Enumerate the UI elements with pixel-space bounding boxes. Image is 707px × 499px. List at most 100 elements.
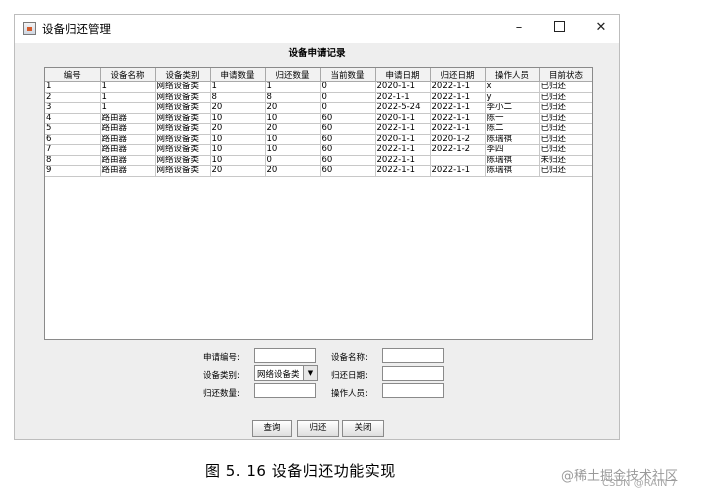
- table-cell[interactable]: [430, 155, 486, 166]
- table-cell[interactable]: 已归还: [539, 81, 592, 93]
- table-cell[interactable]: 陈一: [485, 113, 540, 124]
- table-row[interactable]: 9 路由器 网络设备类 20 20 60 2022-1-1 2022-1-1 陈瑞祺 已归还: [45, 165, 592, 177]
- column-header[interactable]: 操作人员: [485, 68, 540, 82]
- table-cell[interactable]: 2022-1-1: [430, 113, 486, 124]
- table-cell[interactable]: 2022-1-1: [375, 155, 431, 166]
- table-cell[interactable]: 陈瑞祺: [485, 155, 540, 166]
- table-cell[interactable]: 20: [210, 123, 266, 135]
- table-cell[interactable]: x: [485, 81, 540, 93]
- table-cell[interactable]: 网络设备类: [155, 102, 211, 114]
- table-cell[interactable]: 2022-1-1: [430, 81, 486, 93]
- table-cell[interactable]: 60: [320, 155, 376, 166]
- table-cell[interactable]: 7: [45, 144, 101, 156]
- table-cell[interactable]: 10: [210, 113, 266, 124]
- table-cell[interactable]: 网络设备类: [155, 81, 211, 93]
- table-cell[interactable]: 网络设备类: [155, 144, 211, 156]
- column-header[interactable]: 申请数量: [210, 68, 266, 82]
- table-cell[interactable]: 0: [320, 81, 376, 93]
- minimize-button[interactable]: –: [501, 18, 537, 38]
- table-cell[interactable]: 2022-1-1: [375, 165, 431, 177]
- device-name-input[interactable]: [382, 348, 444, 363]
- table-cell[interactable]: 9: [45, 165, 101, 177]
- table-cell[interactable]: 陈瑞祺: [485, 134, 540, 145]
- table-cell[interactable]: 已归还: [539, 113, 592, 124]
- table-row[interactable]: 7 路由器 网络设备类 10 10 60 2022-1-1 2022-1-2 李四 已归还: [45, 144, 592, 156]
- close-button[interactable]: 关闭: [342, 420, 384, 437]
- table-cell[interactable]: 未归还: [539, 155, 592, 166]
- table-cell[interactable]: 李四: [485, 144, 540, 156]
- table-cell[interactable]: 路由器: [100, 123, 156, 135]
- table-cell[interactable]: 2020-1-1: [375, 81, 431, 93]
- table-cell[interactable]: 网络设备类: [155, 165, 211, 177]
- table-cell[interactable]: 已归还: [539, 102, 592, 114]
- apply-id-input[interactable]: [254, 348, 316, 363]
- title-bar[interactable]: 设备归还管理 – ✕: [15, 15, 619, 43]
- table-cell[interactable]: 10: [265, 144, 321, 156]
- device-category-select[interactable]: 网络设备类 ▼: [254, 365, 318, 381]
- table-cell[interactable]: 20: [265, 165, 321, 177]
- table-cell[interactable]: 0: [320, 102, 376, 114]
- table-cell[interactable]: 6: [45, 134, 101, 145]
- column-header[interactable]: 当前数量: [320, 68, 376, 82]
- table-cell[interactable]: 李小二: [485, 102, 540, 114]
- table-cell[interactable]: 1: [100, 81, 156, 93]
- column-header[interactable]: 设备名称: [100, 68, 156, 82]
- operator-input[interactable]: [382, 383, 444, 398]
- table-cell[interactable]: 8: [45, 155, 101, 166]
- return-button[interactable]: 归还: [297, 420, 339, 437]
- table-cell[interactable]: 路由器: [100, 144, 156, 156]
- table-row[interactable]: 4 路由器 网络设备类 10 10 60 2020-1-1 2022-1-1 陈一 已归还: [45, 113, 592, 124]
- table-cell[interactable]: 2022-1-1: [430, 102, 486, 114]
- maximize-button[interactable]: [541, 18, 577, 38]
- table-cell[interactable]: 0: [265, 155, 321, 166]
- table-row[interactable]: 3 1 网络设备类 20 20 0 2022-5-24 2022-1-1 李小二 已归还: [45, 102, 592, 114]
- table-cell[interactable]: 2022-1-1: [375, 123, 431, 135]
- table-cell[interactable]: 2020-1-1: [375, 134, 431, 145]
- column-header[interactable]: 归还数量: [265, 68, 321, 82]
- records-table-container[interactable]: 编号 设备名称 设备类别 申请数量 归还数量 当前数量 申请日期 归还日期 操作…: [44, 67, 593, 340]
- table-cell[interactable]: 10: [265, 113, 321, 124]
- table-cell[interactable]: 路由器: [100, 113, 156, 124]
- table-cell[interactable]: 10: [210, 144, 266, 156]
- table-cell[interactable]: 已归还: [539, 123, 592, 135]
- table-row[interactable]: 2 1 网络设备类 8 8 0 202-1-1 2022-1-1 y 已归还: [45, 92, 592, 103]
- table-cell[interactable]: 10: [265, 134, 321, 145]
- table-cell[interactable]: 3: [45, 102, 101, 114]
- table-cell[interactable]: 已归还: [539, 144, 592, 156]
- table-row[interactable]: 8 路由器 网络设备类 10 0 60 2022-1-1 陈瑞祺 未归还: [45, 155, 592, 166]
- return-qty-input[interactable]: [254, 383, 316, 398]
- table-cell[interactable]: 网络设备类: [155, 134, 211, 145]
- table-cell[interactable]: 10: [210, 134, 266, 145]
- table-cell[interactable]: 路由器: [100, 134, 156, 145]
- table-cell[interactable]: 已归还: [539, 165, 592, 177]
- table-cell[interactable]: 2022-1-2: [430, 144, 486, 156]
- table-row[interactable]: 1 1 网络设备类 1 1 0 2020-1-1 2022-1-1 x 已归还: [45, 81, 592, 93]
- table-cell[interactable]: 5: [45, 123, 101, 135]
- table-cell[interactable]: 20: [210, 165, 266, 177]
- table-cell[interactable]: y: [485, 92, 540, 103]
- query-button[interactable]: 查询: [252, 420, 292, 437]
- column-header[interactable]: 编号: [45, 68, 101, 82]
- column-header[interactable]: 归还日期: [430, 68, 486, 82]
- table-cell[interactable]: 2022-1-1: [430, 165, 486, 177]
- table-cell[interactable]: 60: [320, 134, 376, 145]
- table-cell[interactable]: 2020-1-2: [430, 134, 486, 145]
- table-cell[interactable]: 2022-1-1: [430, 92, 486, 103]
- table-cell[interactable]: 60: [320, 113, 376, 124]
- table-cell[interactable]: 已归还: [539, 92, 592, 103]
- table-cell[interactable]: 20: [265, 102, 321, 114]
- table-cell[interactable]: 0: [320, 92, 376, 103]
- table-cell[interactable]: 路由器: [100, 155, 156, 166]
- table-cell[interactable]: 2022-5-24: [375, 102, 431, 114]
- table-cell[interactable]: 陈二: [485, 123, 540, 135]
- table-cell[interactable]: 10: [210, 155, 266, 166]
- table-cell[interactable]: 60: [320, 123, 376, 135]
- table-cell[interactable]: 4: [45, 113, 101, 124]
- table-cell[interactable]: 2022-1-1: [430, 123, 486, 135]
- table-cell[interactable]: 8: [210, 92, 266, 103]
- dropdown-arrow-icon[interactable]: ▼: [303, 366, 317, 380]
- table-cell[interactable]: 202-1-1: [375, 92, 431, 103]
- table-cell[interactable]: 陈瑞祺: [485, 165, 540, 177]
- table-cell[interactable]: 路由器: [100, 165, 156, 177]
- table-cell[interactable]: 20: [210, 102, 266, 114]
